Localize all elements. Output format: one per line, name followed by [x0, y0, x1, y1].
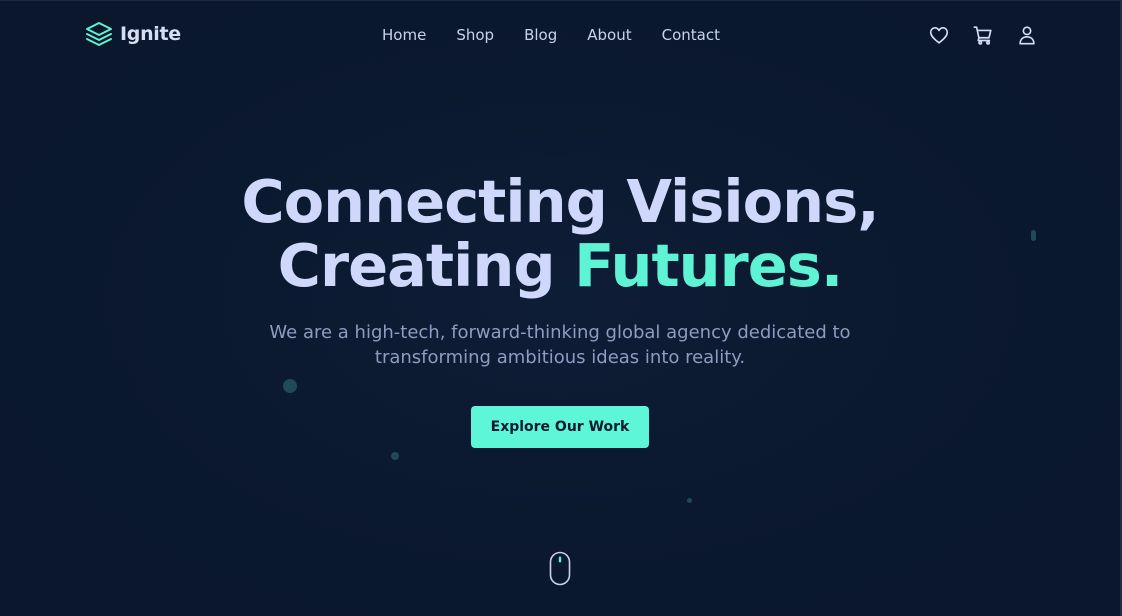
cart-icon: [973, 26, 992, 45]
top-border: [0, 0, 1122, 1]
hero-heading-line2: Creating: [277, 231, 575, 300]
hero-heading-line1: Connecting Visions,: [241, 167, 879, 236]
decorative-dot: [283, 379, 297, 393]
heart-icon: [929, 27, 949, 44]
hero-subtitle: We are a high-tech, forward-thinking glo…: [210, 320, 910, 370]
nav-item-contact[interactable]: Contact: [656, 26, 726, 44]
mouse-scroll-icon: [549, 551, 571, 586]
nav-item-shop[interactable]: Shop: [450, 26, 500, 44]
hero-page: Ignite Home Shop Blog About Contact Conn…: [0, 0, 1122, 616]
hero-heading-accent: Futures.: [574, 231, 843, 300]
brand-logo[interactable]: Ignite: [85, 20, 181, 48]
cart-button[interactable]: [971, 23, 995, 47]
scroll-indicator[interactable]: [549, 551, 571, 586]
hero-heading: Connecting Visions, Creating Futures.: [0, 170, 1120, 298]
hero-subtitle-line2: transforming ambitious ideas into realit…: [374, 347, 746, 368]
decorative-dot: [687, 498, 692, 503]
user-icon: [1019, 26, 1035, 45]
nav-item-home[interactable]: Home: [376, 26, 432, 44]
wishlist-button[interactable]: [927, 23, 951, 47]
account-button[interactable]: [1015, 23, 1039, 47]
decorative-dot: [391, 452, 399, 460]
brand-name: Ignite: [120, 23, 181, 45]
nav-item-blog[interactable]: Blog: [518, 26, 563, 44]
hero-subtitle-line1: We are a high-tech, forward-thinking glo…: [269, 322, 851, 343]
explore-our-work-button[interactable]: Explore Our Work: [471, 406, 649, 448]
nav-item-about[interactable]: About: [581, 26, 637, 44]
main-nav: Home Shop Blog About Contact: [376, 24, 726, 46]
header-actions: [927, 23, 1039, 47]
layers-icon: [86, 22, 112, 46]
